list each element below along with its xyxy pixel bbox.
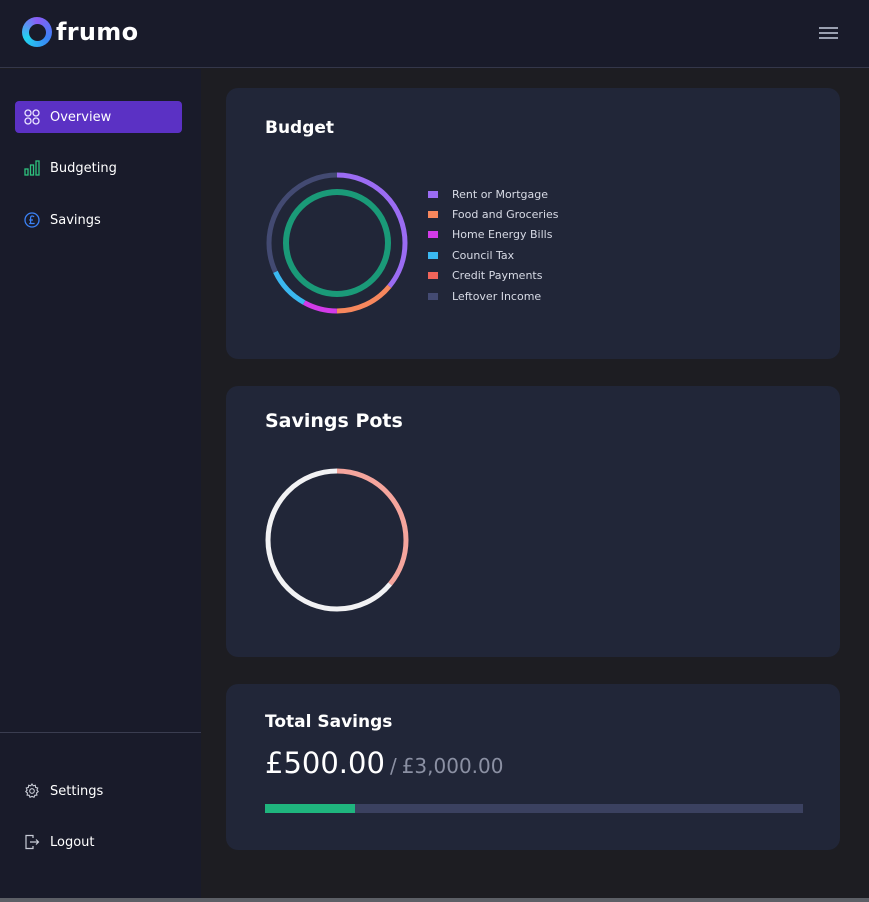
hamburger-icon [818,27,838,29]
sidebar-item-label: Settings [50,783,104,799]
legend-label: Home Energy Bills [452,228,553,242]
savings-progress-bar [265,804,803,813]
legend-swatch [428,231,438,239]
legend-item-credit: Credit Payments [428,266,559,286]
bottom-edge [0,898,869,902]
legend-item-energy: Home Energy Bills [428,225,559,245]
bar-chart-icon [23,159,41,177]
pound-coin-icon [23,211,41,229]
total-savings-card: Total Savings £500.00 / £3,000.00 [226,684,840,850]
legend-swatch [428,251,438,259]
savings-pots-donut-chart [265,468,409,612]
sidebar-item-label: Logout [50,834,95,850]
hamburger-icon-line [818,37,838,39]
logout-icon [23,833,41,851]
saved-amount: £500.00 [265,746,385,780]
legend-label: Council Tax [452,248,515,262]
legend-label: Rent or Mortgage [452,187,548,201]
inner-ring [283,189,391,297]
gear-icon [23,782,41,800]
logo-ring-icon [22,17,52,47]
legend-swatch [428,292,438,300]
savings-amount: £500.00 / £3,000.00 [265,746,503,780]
total-savings-title: Total Savings [265,712,393,732]
sidebar-item-logout[interactable]: Logout [15,826,182,858]
budget-donut-chart [266,172,408,314]
legend-swatch [428,211,438,219]
hamburger-icon-line [818,32,838,34]
savings-progress-fill [265,804,355,813]
budget-title: Budget [265,118,335,138]
budget-legend: Rent or Mortgage Food and Groceries Home… [428,184,559,306]
amount-separator: / [389,754,397,778]
legend-swatch [428,272,438,280]
hamburger-menu-button[interactable] [816,24,840,42]
logo[interactable]: frumo [22,17,138,47]
sidebar-item-label: Overview [50,109,112,125]
legend-item-leftover: Leftover Income [428,286,559,306]
top-bar: frumo [0,0,869,68]
goal-amount: £3,000.00 [401,754,504,778]
sidebar-item-overview[interactable]: Overview [15,101,182,133]
app-name: frumo [56,18,139,46]
legend-label: Leftover Income [452,289,542,303]
grid-icon [23,108,41,126]
sidebar-divider [0,732,201,733]
sidebar: Overview Budgeting Savings Settings Logo… [0,69,201,902]
budget-card: Budget Rent or Mortgage Food and Groceri… [226,88,840,359]
legend-label: Food and Groceries [452,208,559,222]
sidebar-item-settings[interactable]: Settings [15,775,182,807]
legend-label: Credit Payments [452,269,543,283]
sidebar-item-label: Savings [50,212,101,228]
savings-pots-card: Savings Pots [226,386,840,657]
sidebar-item-label: Budgeting [50,160,117,176]
legend-item-food: Food and Groceries [428,204,559,224]
legend-item-council-tax: Council Tax [428,245,559,265]
legend-swatch [428,190,438,198]
legend-item-rent: Rent or Mortgage [428,184,559,204]
sidebar-item-savings[interactable]: Savings [15,204,182,236]
savings-pots-title: Savings Pots [265,410,403,432]
sidebar-item-budgeting[interactable]: Budgeting [15,152,182,184]
